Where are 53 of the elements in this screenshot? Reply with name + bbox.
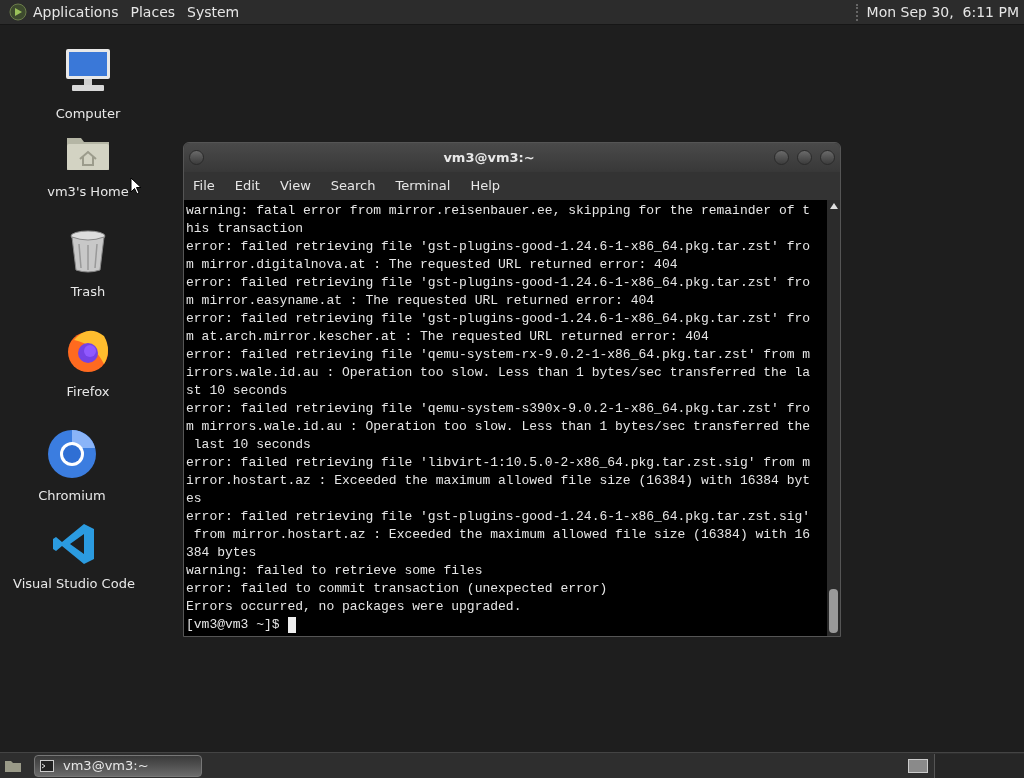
panel-menu[interactable]: System: [187, 1, 240, 23]
scrollbar[interactable]: [827, 200, 840, 636]
taskbar-button[interactable]: vm3@vm3:~: [34, 754, 202, 777]
desktop-icon-label[interactable]: Visual Studio Code: [13, 574, 135, 594]
desktop-icon-label[interactable]: vm3's Home: [47, 182, 129, 202]
terminal-prompt: [vm3@vm3 ~]$: [186, 616, 280, 634]
panel-menu[interactable]: Places: [130, 1, 176, 23]
distro-logo-icon[interactable]: [9, 3, 27, 21]
terminal-icon: [40, 759, 54, 772]
workspace-switcher[interactable]: [908, 758, 928, 773]
menu-item[interactable]: Terminal: [395, 176, 451, 196]
mouse-pointer-icon: [130, 177, 142, 195]
menu-item[interactable]: View: [279, 176, 311, 196]
terminal-line: error: failed retrieving file 'qemu-system-rx-9.0.2-1-x86_64.pkg.tar.zst' from m: [186, 346, 812, 364]
panel-handle: [855, 3, 859, 21]
chromium-icon[interactable]: [48, 430, 96, 478]
panel-menu[interactable]: Applications: [33, 1, 119, 23]
terminal-line: last 10 seconds: [192, 436, 312, 454]
desktop-icon-label[interactable]: Trash: [70, 282, 106, 302]
terminal-line: m at.arch.mirror.kescher.at : The requested URL returned error: 404: [186, 328, 710, 346]
terminal-line: error: failed retrieving file 'gst-plugins-good-1.24.6-1-x86_64.pkg.tar.zst' fro: [186, 274, 812, 292]
terminal-line: error: failed retrieving file 'libvirt-1:10.5.0-2-x86_64.pkg.tar.zst.sig' from m: [186, 454, 812, 472]
terminal-line: m mirror.digitalnova.at : The requested URL returned error: 404: [186, 256, 679, 274]
menu-item[interactable]: Help: [470, 176, 501, 196]
terminal-line: from mirror.hostart.az : Exceeded the maximum allowed file size (16384) with 16: [192, 526, 812, 544]
menu-item[interactable]: File: [193, 176, 215, 196]
terminal-line: irror.hostart.az : Exceeded the maximum allowed file size (16384) with 16384 byt: [186, 472, 812, 490]
scroll-up-icon[interactable]: [829, 203, 838, 209]
terminal-line: error: failed retrieving file 'gst-plugins-good-1.24.6-1-x86_64.pkg.tar.zst' fro: [186, 310, 812, 328]
terminal-line: st 10 seconds: [186, 382, 289, 400]
terminal-line: irrors.wale.id.au : Operation too slow. Less than 1 bytes/sec transferred the la: [186, 364, 812, 382]
terminal-line: error: failed retrieving file 'qemu-system-s390x-9.0.2-1-x86_64.pkg.tar.zst' fro: [186, 400, 812, 418]
desktop-icon-label[interactable]: Chromium: [38, 486, 106, 506]
terminal-line: es: [186, 490, 203, 508]
terminal-line: m mirror.easyname.at : The requested URL returned error: 404: [186, 292, 656, 310]
scrollbar-thumb[interactable]: [829, 589, 838, 633]
menu-item[interactable]: Search: [330, 176, 376, 196]
terminal-line: error: failed retrieving file 'gst-plugins-good-1.24.6-1-x86_64.pkg.tar.zst.sig': [186, 508, 812, 526]
desktop-icon-label[interactable]: Firefox: [66, 382, 110, 402]
desktop-icon-label[interactable]: Computer: [55, 104, 121, 124]
panel-clock[interactable]: Mon Sep 30, 6:11 PM: [866, 1, 1019, 23]
terminal-line: warning: failed to retrieve some files: [186, 562, 484, 580]
terminal-line: his transaction: [186, 220, 305, 238]
window-title: vm3@vm3:~: [442, 148, 536, 167]
menu-item[interactable]: Edit: [234, 176, 260, 196]
terminal-line: error: failed retrieving file 'gst-plugins-good-1.24.6-1-x86_64.pkg.tar.zst' fro: [186, 238, 812, 256]
text-cursor: [287, 617, 296, 633]
terminal-line: m mirrors.wale.id.au : Operation too slow. Less than 1 bytes/sec transferred the: [186, 418, 812, 436]
terminal-line: warning: fatal error from mirror.reisenbauer.ee, skipping for the remainder of t: [186, 202, 812, 220]
workspace-switcher-area[interactable]: [934, 753, 1024, 778]
terminal-line: 384 bytes: [186, 544, 258, 562]
terminal-line: Errors occurred, no packages were upgraded.: [186, 598, 523, 616]
terminal-line: error: failed to commit transaction (unexpected error): [186, 580, 609, 598]
